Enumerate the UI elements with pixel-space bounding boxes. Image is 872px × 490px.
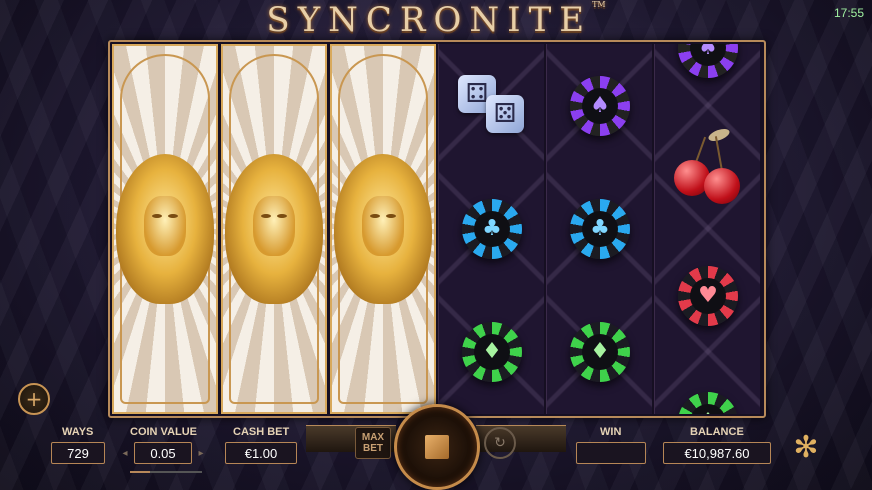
symbol-cell: ♦	[439, 290, 545, 413]
cash-bet-label: CASH BET	[233, 426, 290, 438]
symbol-cell: ♦	[547, 290, 653, 413]
clock: 17:55	[833, 6, 864, 20]
heart-chip-icon: ♥	[678, 265, 738, 326]
club-chip-icon: ♣	[570, 198, 630, 259]
die-icon: ⚄	[486, 94, 524, 133]
cash-bet-value: €1.00	[225, 442, 297, 464]
reel-4: ⚃ ⚄ ♣ ♦	[438, 44, 544, 414]
win-value	[576, 442, 646, 464]
spade-chip-icon: ♠	[678, 44, 738, 78]
cherries-icon	[668, 126, 748, 208]
reels-frame: ⚃ ⚄ ♣ ♦ ♠ ♣ ♦ ♠ ♥	[108, 40, 766, 418]
symbol-cell: ♦	[655, 360, 760, 414]
coin-value-field: 0.05	[134, 442, 192, 464]
diamond-chip-icon: ♦	[678, 391, 738, 414]
dice-symbol: ⚃ ⚄	[452, 71, 532, 141]
reel-6: ♠ ♥ ♦	[654, 44, 760, 414]
lion-wild-symbol	[225, 154, 323, 304]
symbol-cell: ♠	[547, 44, 653, 167]
balance-label: BALANCE	[690, 426, 744, 438]
club-chip-icon: ♣	[462, 198, 522, 259]
balance-value: €10,987.60	[663, 442, 771, 464]
reel-2	[221, 44, 327, 414]
symbol-cell: ♣	[547, 167, 653, 290]
stop-square-icon	[425, 435, 449, 459]
symbol-cell: ♠	[655, 44, 760, 109]
coin-value-label: COIN VALUE	[130, 426, 198, 438]
game-title: SYNCRONITETM	[266, 0, 606, 40]
ways-label: WAYS	[62, 426, 94, 438]
symbol-cell: ♣	[439, 167, 545, 290]
symbol-cell: ⚃ ⚄	[439, 44, 545, 167]
lion-wild-symbol	[116, 154, 214, 304]
symbol-cell: ♥	[655, 234, 760, 357]
coin-value-decrease-button[interactable]: ◂	[118, 442, 132, 464]
max-bet-button[interactable]: MAX BET	[355, 427, 391, 459]
diamond-chip-icon: ♦	[462, 321, 522, 382]
coin-value-slider[interactable]	[130, 471, 202, 473]
reel-1	[112, 44, 218, 414]
spin-button[interactable]	[394, 404, 480, 490]
trademark: TM	[592, 0, 606, 9]
reel-5: ♠ ♣ ♦	[546, 44, 652, 414]
spade-chip-icon: ♠	[570, 75, 630, 136]
ways-value: 729	[51, 442, 105, 464]
lion-wild-symbol	[334, 154, 432, 304]
symbol-cell	[655, 106, 760, 229]
menu-plus-button[interactable]: +	[18, 383, 50, 415]
diamond-chip-icon: ♦	[570, 321, 630, 382]
win-label: WIN	[600, 426, 622, 438]
reel-3	[330, 44, 436, 414]
yggdrasil-logo-icon: ✻	[793, 429, 819, 465]
coin-value-increase-button[interactable]: ▸	[194, 442, 208, 464]
autoplay-button[interactable]: ↻	[484, 427, 516, 459]
